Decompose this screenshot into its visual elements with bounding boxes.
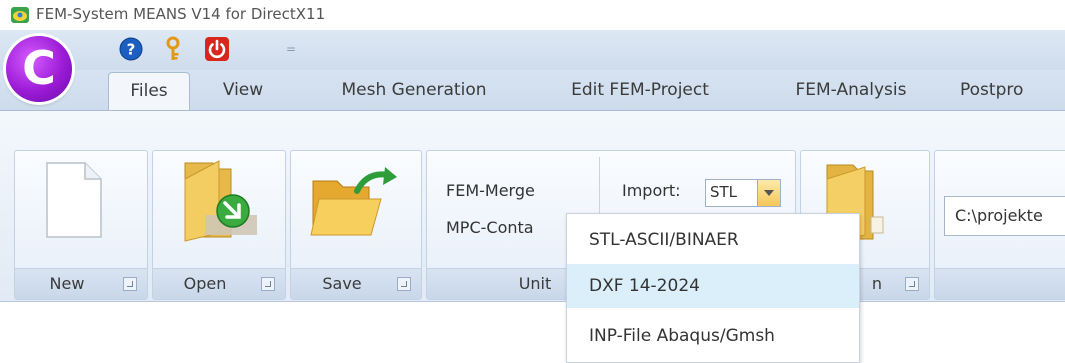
svg-text:?: ?: [127, 41, 136, 59]
chevron-down-icon[interactable]: [757, 180, 780, 206]
tab-view[interactable]: View: [210, 70, 276, 110]
group-folder-launcher[interactable]: [905, 277, 919, 291]
save-folder-icon[interactable]: [307, 165, 403, 239]
group-new-launcher[interactable]: [123, 277, 137, 291]
mpc-contact-button[interactable]: MPC-Conta: [446, 218, 534, 237]
fem-merge-button[interactable]: FEM-Merge: [446, 181, 535, 200]
help-icon[interactable]: ?: [118, 36, 144, 62]
group-new: New: [14, 150, 148, 300]
group-open-launcher[interactable]: [261, 277, 275, 291]
window-title: FEM-System MEANS V14 for DirectX11: [36, 5, 326, 23]
tab-mesh-generation[interactable]: Mesh Generation: [316, 70, 512, 110]
group-path-label: [935, 268, 1065, 299]
import-format-dropdown: STL-ASCII/BINAER DXF 14-2024 INP-File Ab…: [566, 213, 860, 363]
import-label: Import:: [622, 181, 681, 200]
import-format-value: STL: [710, 183, 738, 201]
key-icon[interactable]: [160, 36, 186, 62]
group-open: Open: [152, 150, 286, 300]
dropdown-option-dxf[interactable]: DXF 14-2024: [567, 264, 859, 308]
dropdown-option-stl[interactable]: STL-ASCII/BINAER: [567, 218, 859, 262]
import-format-select[interactable]: STL: [705, 179, 781, 207]
tab-files[interactable]: Files: [108, 72, 190, 113]
group-save: Save: [290, 150, 422, 300]
power-icon[interactable]: [204, 36, 230, 62]
quick-access-toolbar: ? =: [0, 30, 1065, 71]
dropdown-option-inp[interactable]: INP-File Abaqus/Gmsh: [567, 314, 859, 358]
group-save-launcher[interactable]: [397, 277, 411, 291]
new-document-icon[interactable]: [43, 161, 103, 239]
qat-overflow-button[interactable]: =: [286, 42, 296, 56]
application-menu-button[interactable]: C: [6, 36, 72, 102]
project-path-field[interactable]: C:\projekte: [944, 196, 1065, 236]
ribbon-tab-row: Files View Mesh Generation Edit FEM-Proj…: [0, 70, 1065, 113]
title-bar: FEM-System MEANS V14 for DirectX11: [0, 0, 1065, 30]
app-icon: [11, 7, 29, 23]
orb-letter: C: [22, 41, 56, 95]
tab-postpro[interactable]: Postpro: [960, 70, 1065, 110]
tab-edit-fem-project[interactable]: Edit FEM-Project: [536, 70, 744, 110]
open-folder-icon[interactable]: [179, 157, 263, 243]
tab-fem-analysis[interactable]: FEM-Analysis: [766, 70, 936, 110]
